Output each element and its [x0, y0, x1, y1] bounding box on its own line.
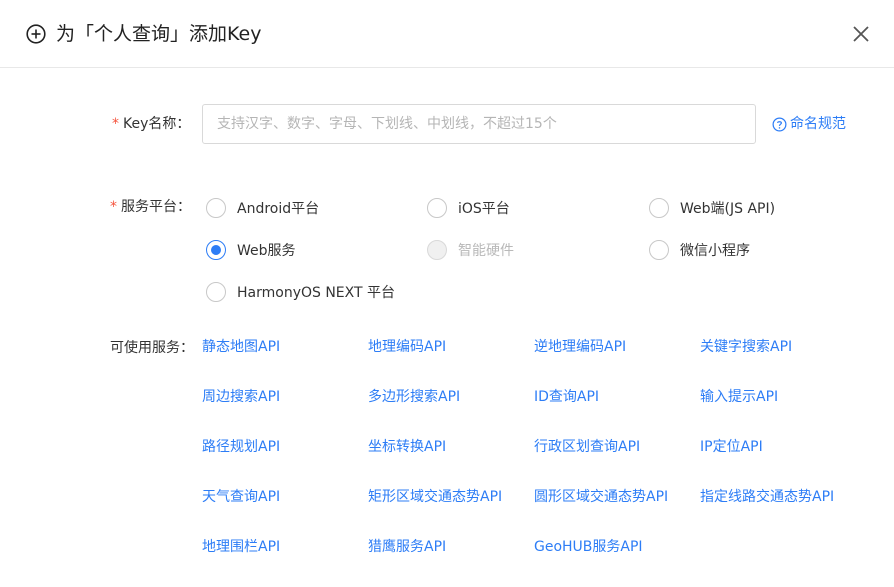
radio-label: Web服务 — [237, 243, 296, 259]
radio-circle-disabled — [427, 240, 447, 260]
radio-label: HarmonyOS NEXT 平台 — [237, 285, 395, 301]
naming-rules-label: 命名规范 — [790, 116, 846, 132]
service-link[interactable]: 猎鹰服务API — [368, 537, 446, 557]
service-link[interactable]: GeoHUB服务API — [534, 537, 643, 557]
service-link[interactable]: IP定位API — [700, 437, 763, 457]
radio-smart-hardware: 智能硬件 — [427, 240, 514, 260]
radio-web-service[interactable]: Web服务 — [206, 240, 296, 260]
platform-label-text: 服务平台： — [121, 199, 191, 215]
radio-circle[interactable] — [649, 240, 669, 260]
radio-label: Web端(JS API) — [680, 201, 776, 217]
service-link[interactable]: 静态地图API — [202, 337, 280, 357]
question-circle-icon — [772, 117, 787, 131]
radio-circle[interactable] — [427, 198, 447, 218]
service-link[interactable]: 逆地理编码API — [534, 337, 626, 357]
circle-plus-icon — [26, 24, 46, 44]
key-name-label-text: Key名称： — [123, 116, 191, 132]
required-mark: * — [112, 116, 119, 132]
radio-web-js-api[interactable]: Web端(JS API) — [649, 198, 775, 218]
radio-circle[interactable] — [649, 198, 669, 218]
naming-rules-link[interactable]: 命名规范 — [772, 114, 846, 134]
radio-label: 微信小程序 — [680, 243, 750, 259]
radio-label: Android平台 — [237, 201, 320, 217]
service-link[interactable]: ID查询API — [534, 387, 599, 407]
radio-ios[interactable]: iOS平台 — [427, 198, 510, 218]
service-link[interactable]: 天气查询API — [202, 487, 280, 507]
service-link[interactable]: 路径规划API — [202, 437, 280, 457]
service-link[interactable]: 指定线路交通态势API — [700, 487, 834, 507]
close-icon[interactable] — [849, 22, 873, 46]
key-name-input[interactable] — [202, 104, 756, 144]
radio-android[interactable]: Android平台 — [206, 198, 319, 218]
radio-circle[interactable] — [206, 198, 226, 218]
radio-label: iOS平台 — [458, 201, 510, 217]
service-link[interactable]: 输入提示API — [700, 387, 778, 407]
radio-harmonyos-next[interactable]: HarmonyOS NEXT 平台 — [206, 282, 395, 302]
radio-circle[interactable] — [206, 282, 226, 302]
required-mark: * — [110, 199, 117, 215]
services-label: 可使用服务： — [110, 340, 194, 356]
service-link[interactable]: 周边搜索API — [202, 387, 280, 407]
service-link[interactable]: 行政区划查询API — [534, 437, 640, 457]
radio-label: 智能硬件 — [458, 243, 514, 259]
service-link[interactable]: 关键字搜索API — [700, 337, 792, 357]
dialog-title: 为「个人查询」添加Key — [56, 23, 262, 45]
service-link[interactable]: 矩形区域交通态势API — [368, 487, 502, 507]
dialog-header: 为「个人查询」添加Key — [0, 0, 894, 68]
service-link[interactable]: 地理编码API — [368, 337, 446, 357]
service-link[interactable]: 多边形搜索API — [368, 387, 460, 407]
service-link[interactable]: 坐标转换API — [368, 437, 446, 457]
platform-label: * 服务平台： — [110, 197, 191, 217]
service-link[interactable]: 圆形区域交通态势API — [534, 487, 668, 507]
key-name-label: * Key名称： — [112, 114, 190, 134]
radio-wechat-miniprogram[interactable]: 微信小程序 — [649, 240, 750, 260]
radio-circle-checked[interactable] — [206, 240, 226, 260]
service-link[interactable]: 地理围栏API — [202, 537, 280, 557]
